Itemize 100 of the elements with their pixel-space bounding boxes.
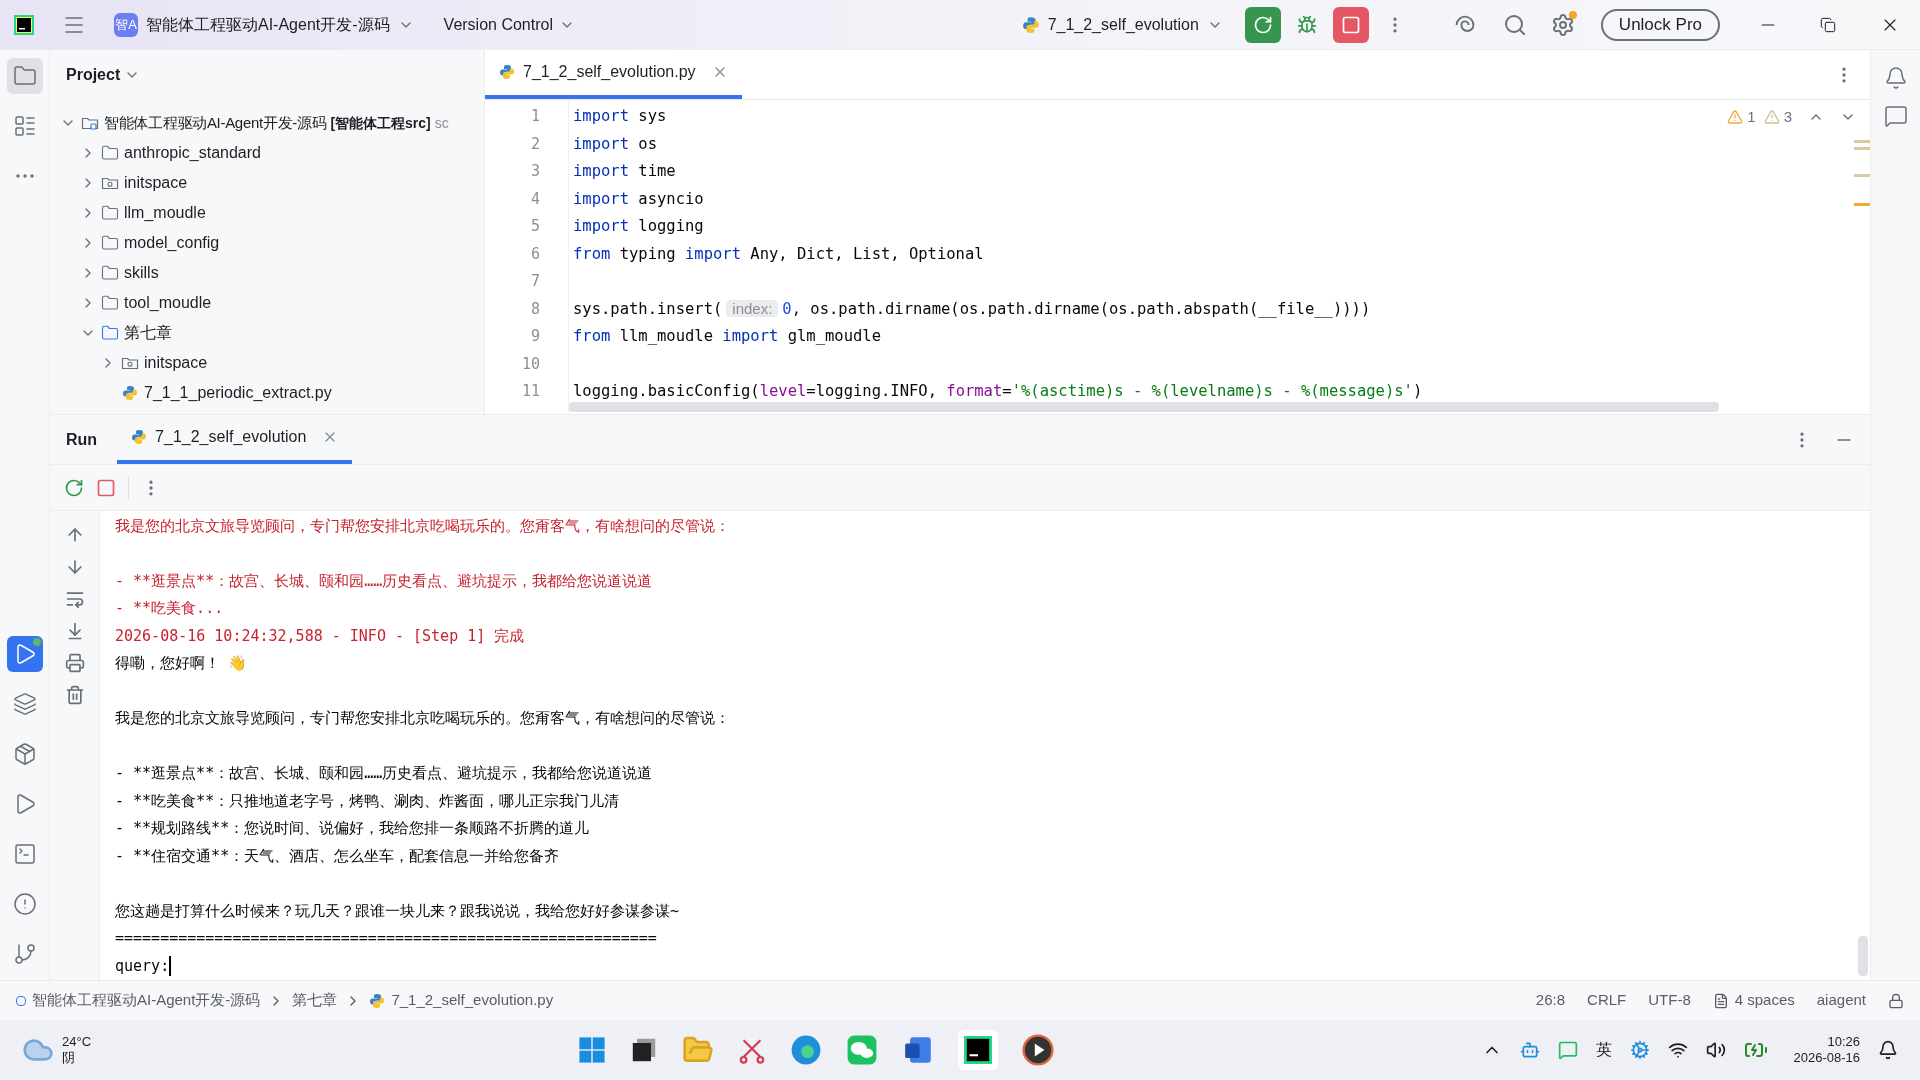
project-name-menu[interactable]: 智A 智能体工程驱动AI-Agent开发-源码	[110, 8, 418, 41]
project-folder-icon[interactable]	[12, 64, 37, 88]
wifi-icon[interactable]	[1667, 1040, 1688, 1060]
tree-item[interactable]: skills	[124, 261, 159, 285]
console-line: - **逛景点**：故宫、长城、颐和园……历史看点、避坑提示，我都给您说道说道	[115, 570, 653, 592]
console-line: ============================================================	[115, 928, 657, 949]
browser-icon[interactable]	[790, 1034, 823, 1066]
code-line: import os	[573, 133, 657, 155]
breadcrumb[interactable]: 7_1_2_self_evolution.py	[369, 989, 554, 1012]
tree-item[interactable]: initspace	[124, 171, 188, 195]
unlock-pro-button[interactable]: Unlock Pro	[1600, 8, 1720, 41]
code-line: from typing import Any, Dict, List, Optional	[573, 243, 984, 265]
tree-item[interactable]: model_config	[124, 231, 220, 255]
folder-icon	[101, 234, 119, 252]
horizontal-scrollbar[interactable]	[569, 402, 1719, 412]
python-icon	[122, 385, 138, 401]
lock-icon[interactable]	[1888, 992, 1904, 1009]
restore-icon[interactable]	[1820, 16, 1836, 33]
breadcrumb[interactable]: 第七章	[292, 989, 338, 1012]
line-number: 4	[530, 188, 540, 210]
status-item[interactable]: CRLF	[1587, 989, 1627, 1012]
media-player-icon[interactable]	[1022, 1034, 1055, 1066]
folder-icon	[101, 294, 119, 312]
rerun-icon	[1252, 14, 1273, 35]
tree-item[interactable]: 7_1_1_periodic_extract.py	[144, 381, 332, 405]
python-icon	[369, 992, 386, 1009]
module-folder-icon	[101, 175, 119, 191]
folder-icon	[101, 204, 119, 222]
parameter-hint: index:	[726, 299, 779, 317]
python-icon	[131, 429, 148, 445]
weather-temperature: 24°C	[62, 1033, 92, 1050]
rerun-icon[interactable]	[64, 477, 84, 498]
project-badge: 智A	[114, 12, 138, 37]
console-line: - **吃美食**：只推地道老字号，烤鸭、涮肉、炸酱面，哪儿正宗我门儿清	[115, 790, 620, 812]
console-line: 得嘞，您好啊！	[115, 653, 220, 674]
editor-tab[interactable]: 7_1_2_self_evolution.py	[485, 49, 742, 99]
notification-center-icon[interactable]	[1878, 1040, 1898, 1060]
app-logo[interactable]	[14, 14, 34, 35]
input-method-indicator[interactable]: 英	[1595, 1038, 1612, 1062]
status-item[interactable]: UTF-8	[1648, 989, 1691, 1012]
clock-date[interactable]: 2026-08-16	[1793, 1050, 1860, 1067]
tree-item[interactable]: 智能体工程驱动AI-Agent开发-源码	[104, 111, 327, 135]
ide-icon[interactable]	[964, 1036, 993, 1064]
trash-icon[interactable]	[64, 685, 85, 705]
python-console-icon[interactable]	[12, 692, 37, 716]
tree-item[interactable]: tool_moudle	[124, 291, 212, 315]
console-line: 我是您的北京文旅导览顾问，专门帮您安排北京吃喝玩乐的。您甭客气，有啥想问的尽管说：	[115, 708, 730, 729]
rerun-button[interactable]	[1244, 6, 1281, 43]
line-number: 9	[530, 326, 540, 347]
input-prompt: query:	[115, 955, 170, 977]
settings-icon[interactable]	[1550, 12, 1575, 37]
warning-count[interactable]: 1	[1727, 106, 1756, 129]
text-caret	[169, 955, 172, 976]
console-line: - **逛景点**：故宫、长城、颐和园……历史看点、避坑提示，我都给您说道说道	[115, 763, 653, 784]
terminal-icon[interactable]	[12, 842, 37, 866]
tray-app-icon[interactable]	[1519, 1040, 1540, 1060]
line-number: 5	[530, 216, 540, 237]
document-icon	[1712, 992, 1729, 1009]
status-item[interactable]: 4 spaces	[1712, 989, 1795, 1012]
debug-icon[interactable]	[1296, 14, 1317, 35]
project-tag: [智能体工程src]	[330, 112, 431, 134]
console-line: - **住宿交通**：天气、酒店、怎么坐车，配套信息一并给您备齐	[115, 845, 560, 867]
start-icon[interactable]	[578, 1036, 607, 1064]
tree-item[interactable]: initspace	[144, 351, 208, 375]
warning-count[interactable]: 3	[1763, 106, 1792, 129]
volume-icon[interactable]	[1705, 1040, 1726, 1060]
status-item[interactable]: aiagent	[1816, 989, 1866, 1012]
git-branch-icon[interactable]	[12, 942, 37, 966]
line-number: 3	[530, 161, 540, 182]
vertical-scrollbar[interactable]	[1858, 936, 1868, 976]
project-folder-icon	[81, 115, 99, 131]
breadcrumb[interactable]: 智能体工程驱动AI-Agent开发-源码	[16, 989, 261, 1012]
search-icon[interactable]	[1502, 12, 1527, 37]
line-number: 10	[521, 353, 540, 375]
line-number: 6	[530, 243, 540, 265]
problems-icon[interactable]	[12, 892, 37, 916]
notifications-icon[interactable]	[1883, 66, 1908, 90]
console-line: - **规划路线**：您说时间、说偏好，我给您排一条顺路不折腾的道儿	[115, 818, 590, 839]
code-line: import asyncio	[573, 188, 704, 210]
tree-item[interactable]: llm_moudle	[124, 201, 206, 225]
project-view-selector[interactable]: Project	[66, 63, 141, 87]
soft-wrap-icon[interactable]	[64, 589, 85, 609]
tray-utility-icon[interactable]	[1629, 1040, 1650, 1060]
packages-icon[interactable]	[12, 742, 37, 766]
tree-item[interactable]: anthropic_standard	[124, 141, 261, 165]
stop-icon[interactable]	[96, 477, 116, 498]
console-line: 2026-08-16 10:24:32,588 - INFO - [Step 1] 完成	[115, 625, 525, 647]
code-line: logging.basicConfig(level=logging.INFO, format='%(asctime)s - %(levelname)s - %(message)s')	[573, 381, 1423, 403]
stop-button[interactable]	[1332, 6, 1369, 43]
clock-time[interactable]: 10:26	[1827, 1033, 1860, 1050]
code-line: import time	[573, 161, 676, 183]
tree-item[interactable]: 第七章	[124, 321, 172, 345]
print-icon[interactable]	[64, 653, 85, 673]
status-item[interactable]: 26:8	[1535, 989, 1566, 1012]
ai-chat-icon[interactable]	[1883, 104, 1908, 128]
structure-icon[interactable]	[12, 114, 37, 138]
version-control-menu[interactable]: Version Control	[443, 12, 575, 37]
stop-icon	[1340, 14, 1361, 35]
run-configuration-selector[interactable]: 7_1_2_self_evolution	[1021, 12, 1223, 37]
code-line: import sys	[573, 106, 667, 128]
